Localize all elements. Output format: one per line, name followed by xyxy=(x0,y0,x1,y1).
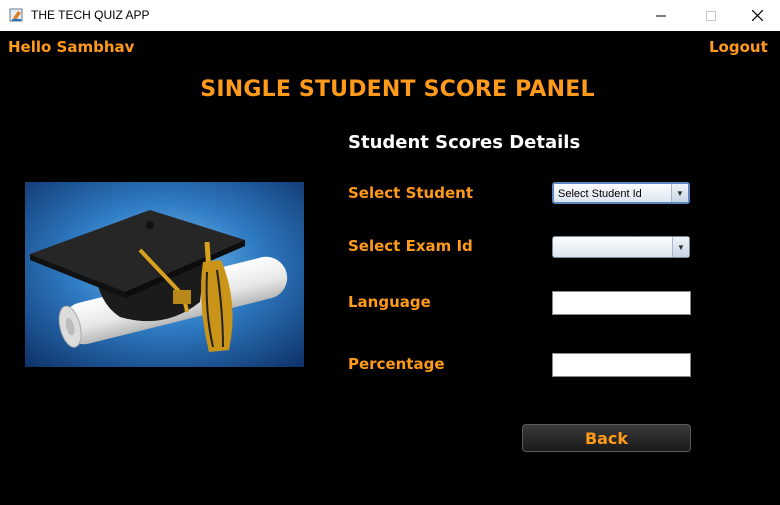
percentage-label: Percentage xyxy=(348,355,445,373)
select-exam-label: Select Exam Id xyxy=(348,237,473,255)
close-button[interactable] xyxy=(734,0,780,31)
page-title: SINGLE STUDENT SCORE PANEL xyxy=(200,77,595,102)
back-button[interactable]: Back xyxy=(522,424,691,452)
exam-select[interactable]: ▼ xyxy=(552,236,690,258)
language-field[interactable] xyxy=(552,291,691,315)
chevron-down-icon: ▼ xyxy=(672,237,689,257)
close-icon xyxy=(751,10,763,21)
section-title: Student Scores Details xyxy=(348,132,581,153)
main-panel: Hello Sambhav Logout SINGLE STUDENT SCOR… xyxy=(0,31,780,505)
select-student-label: Select Student xyxy=(348,184,473,202)
maximize-button[interactable] xyxy=(688,0,734,31)
graduation-cap-image xyxy=(25,182,304,367)
student-select[interactable]: Select Student Id ▼ xyxy=(552,182,690,204)
minimize-button[interactable] xyxy=(638,0,684,31)
title-bar: THE TECH QUIZ APP xyxy=(0,0,780,31)
greeting-text: Hello Sambhav xyxy=(8,38,135,56)
logout-link[interactable]: Logout xyxy=(709,38,768,56)
student-select-value: Select Student Id xyxy=(558,188,642,200)
language-label: Language xyxy=(348,293,431,311)
chevron-down-icon: ▼ xyxy=(671,184,688,202)
minimize-icon xyxy=(656,15,666,16)
window-title: THE TECH QUIZ APP xyxy=(31,8,150,22)
percentage-field[interactable] xyxy=(552,353,691,377)
maximize-icon xyxy=(706,10,716,21)
app-icon xyxy=(9,8,23,22)
